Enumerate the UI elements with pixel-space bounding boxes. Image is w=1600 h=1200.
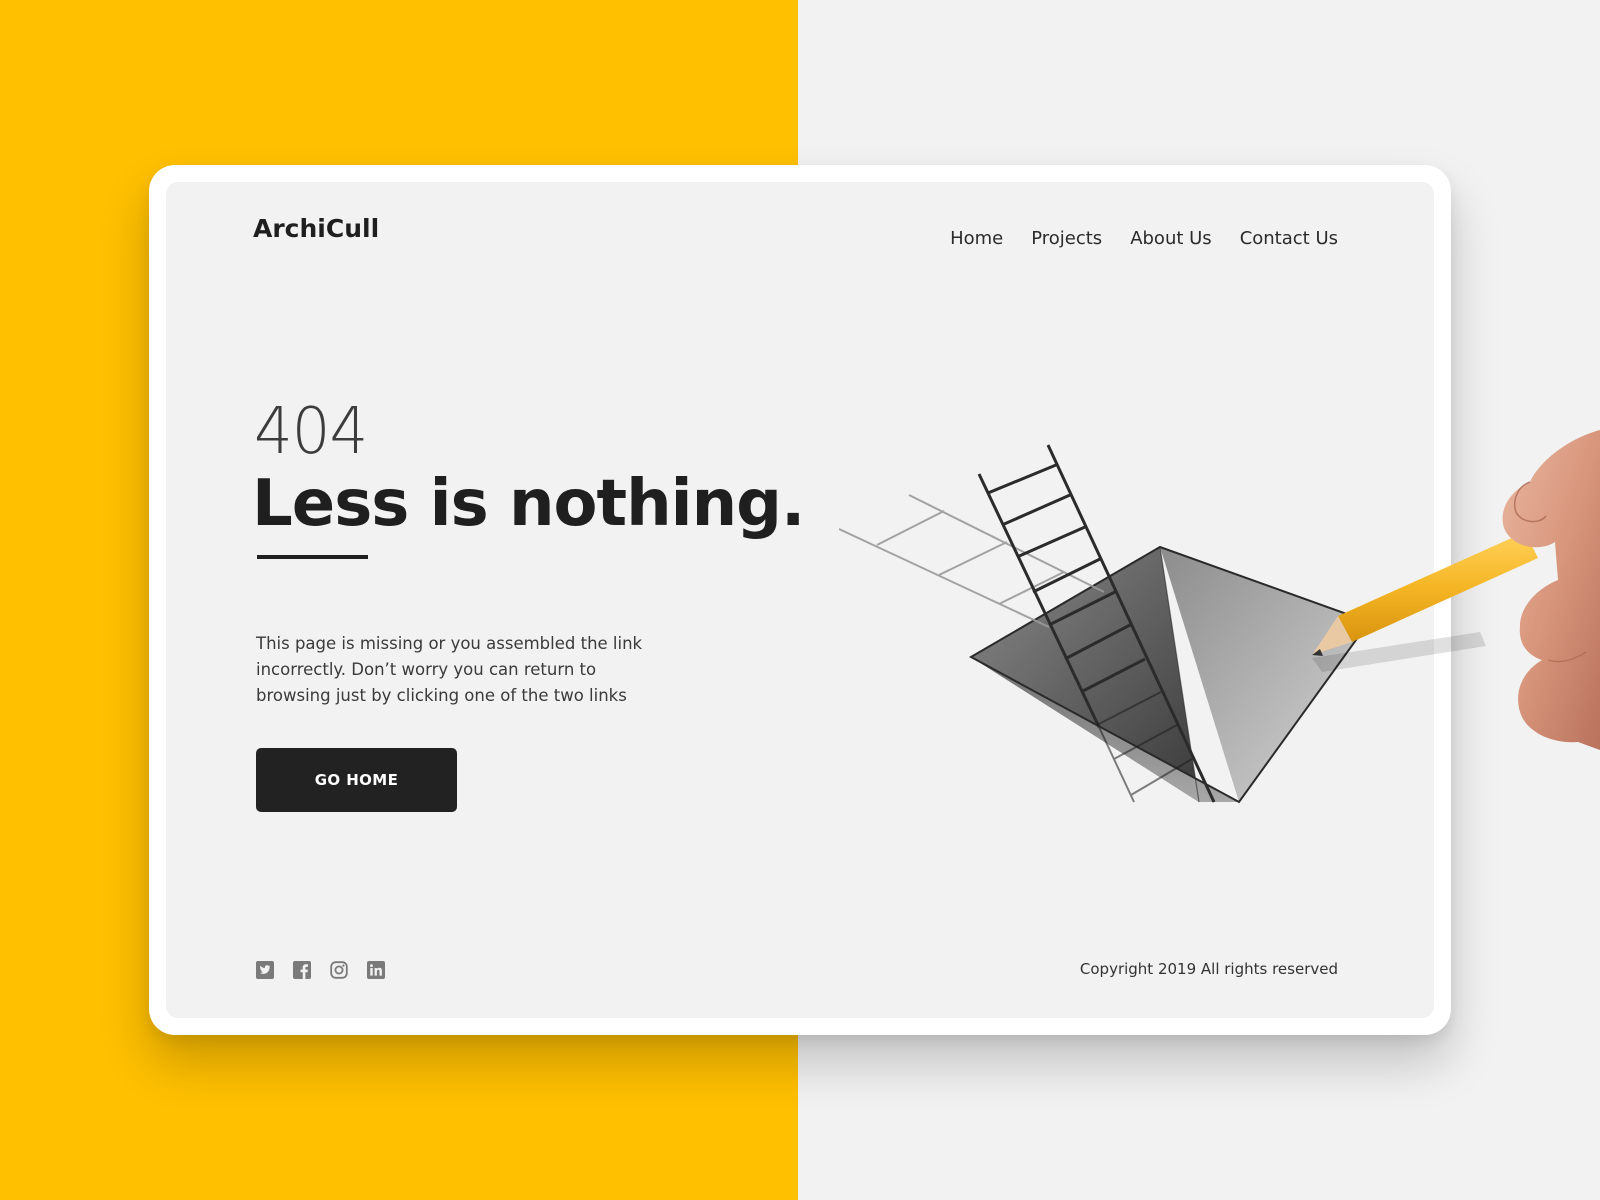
device-frame: ArchiCull Home Projects About Us Contact…: [149, 165, 1451, 1035]
nav-item-about-us[interactable]: About Us: [1130, 228, 1212, 249]
main-nav: Home Projects About Us Contact Us: [950, 228, 1338, 249]
instagram-icon[interactable]: [330, 961, 348, 979]
hand-with-pencil-image: [1312, 430, 1600, 750]
page-title: Less is nothing.: [252, 467, 805, 541]
nav-item-projects[interactable]: Projects: [1031, 228, 1102, 249]
go-home-button[interactable]: GO HOME: [256, 748, 457, 812]
twitter-icon[interactable]: [256, 961, 274, 979]
brand-logo[interactable]: ArchiCull: [253, 214, 379, 243]
linkedin-icon[interactable]: [367, 961, 385, 979]
nav-item-contact-us[interactable]: Contact Us: [1240, 228, 1338, 249]
error-description: This page is missing or you assembled th…: [256, 633, 643, 705]
error-code: 404: [254, 395, 368, 469]
nav-item-home[interactable]: Home: [950, 228, 1003, 249]
copyright-text: Copyright 2019 All rights reserved: [1079, 960, 1338, 978]
page-screen: ArchiCull Home Projects About Us Contact…: [166, 182, 1434, 1018]
facebook-icon[interactable]: [293, 961, 311, 979]
title-underline: [257, 555, 368, 559]
social-links: [256, 961, 385, 979]
